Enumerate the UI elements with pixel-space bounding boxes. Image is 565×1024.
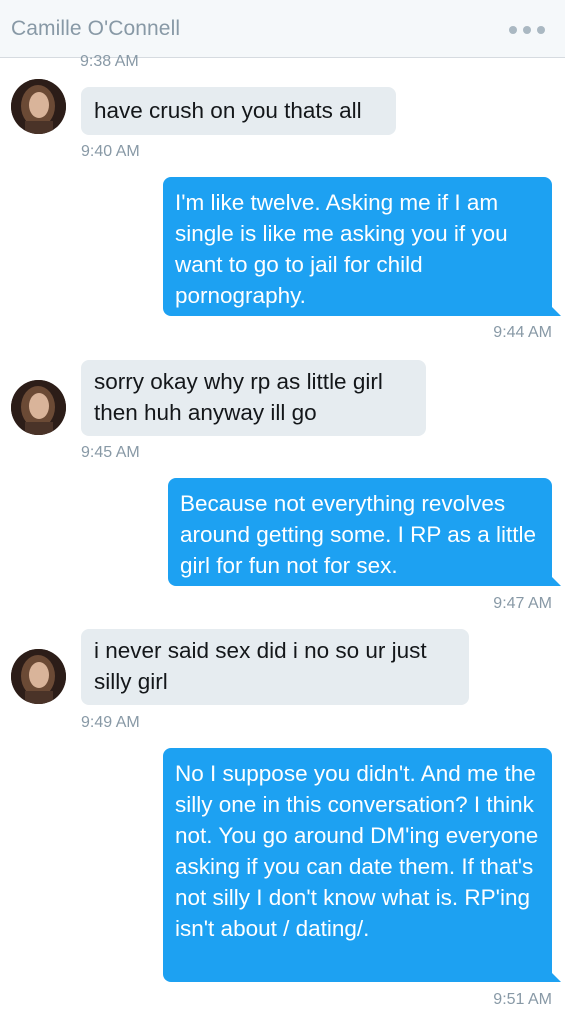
timestamp: 9:49 AM [81,714,140,731]
conversation-title[interactable]: Camille O'Connell [11,17,180,41]
avatar[interactable] [11,79,66,134]
conversation-header: Camille O'Connell [0,0,565,58]
outgoing-message-bubble[interactable]: Because not everything revolves around g… [168,478,561,586]
outgoing-message-bubble[interactable]: No I suppose you didn't. And me the sill… [163,748,561,982]
avatar[interactable] [11,380,66,435]
incoming-message-bubble[interactable]: sorry okay why rp as little girl then hu… [81,360,426,436]
dot [523,26,531,34]
timestamp: 9:38 AM [80,53,139,70]
incoming-message-bubble[interactable]: i never said sex did i no so ur just sil… [81,629,469,705]
timestamp: 9:47 AM [493,595,552,612]
dot [509,26,517,34]
more-dots-icon[interactable] [509,20,545,40]
message-thread[interactable]: 9:38 AM have crush on you thats all 9:40… [0,53,565,1024]
dot [537,26,545,34]
timestamp: 9:51 AM [493,991,552,1008]
timestamp: 9:40 AM [81,143,140,160]
avatar[interactable] [11,649,66,704]
incoming-message-bubble[interactable]: have crush on you thats all [81,87,396,135]
outgoing-message-bubble[interactable]: I'm like twelve. Asking me if I am singl… [163,177,561,316]
timestamp: 9:45 AM [81,444,140,461]
timestamp: 9:44 AM [493,324,552,341]
